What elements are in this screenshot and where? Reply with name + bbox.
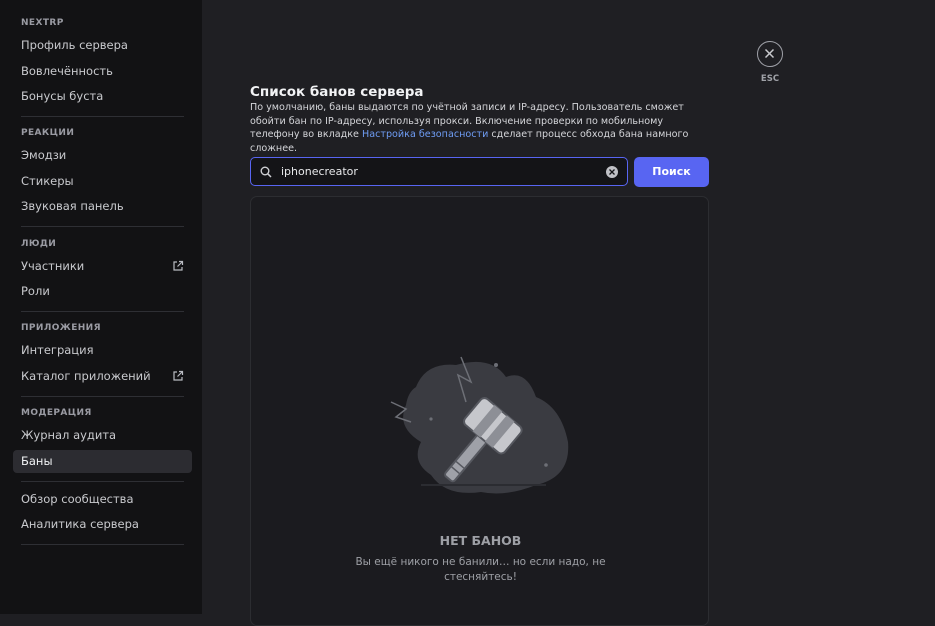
search-icon [260,166,272,178]
ban-search-input[interactable]: iphonecreator [250,157,628,186]
section-header-apps: ПРИЛОЖЕНИЯ [21,323,101,333]
clear-search-button[interactable] [606,166,618,178]
clear-icon [609,169,615,175]
sidebar-item-label: Каталог приложений [21,369,151,383]
sidebar-item-roles[interactable]: Роли [13,280,192,303]
sidebar-item-members[interactable]: Участники [13,255,192,278]
sidebar-item-integrations[interactable]: Интеграция [13,339,192,362]
external-link-icon [173,260,184,271]
sidebar-item-engagement[interactable]: Вовлечённость [13,60,192,83]
sidebar-item-stickers[interactable]: Стикеры [13,170,192,193]
sidebar-item-bans[interactable]: Баны [13,450,192,473]
ban-hammer-illustration [390,356,569,494]
search-value: iphonecreator [281,165,358,178]
close-button[interactable] [757,41,783,67]
sidebar-divider [21,116,184,117]
sidebar-item-server-profile[interactable]: Профиль сервера [13,34,192,57]
settings-sidebar: NEXTRP Профиль сервера Вовлечённость Бон… [0,0,202,614]
bans-list-panel: НЕТ БАНОВ Вы ещё никого не банили… но ес… [250,196,709,626]
sidebar-item-audit-log[interactable]: Журнал аудита [13,424,192,447]
empty-state-text: Вы ещё никого не банили… но если надо, н… [355,556,606,583]
section-header-server: NEXTRP [21,18,64,28]
section-header-reactions: РЕАКЦИИ [21,128,75,138]
sidebar-item-server-insights[interactable]: Аналитика сервера [13,513,192,536]
sidebar-item-app-directory[interactable]: Каталог приложений [13,365,192,388]
sidebar-item-community-overview[interactable]: Обзор сообщества [13,488,192,511]
search-button[interactable]: Поиск [634,157,709,187]
sidebar-divider [21,544,184,545]
sidebar-divider [21,481,184,482]
page-description: По умолчанию, баны выдаются по учётной з… [250,101,712,155]
security-settings-link[interactable]: Настройка безопасности [362,129,488,140]
sidebar-item-emoji[interactable]: Эмодзи [13,144,192,167]
empty-state-title: НЕТ БАНОВ [439,533,522,548]
sidebar-divider [21,226,184,227]
page-title: Список банов сервера [250,84,424,100]
sidebar-item-label: Участники [21,259,85,273]
sidebar-item-soundboard[interactable]: Звуковая панель [13,195,192,218]
close-icon [764,48,775,59]
section-header-people: ЛЮДИ [21,239,57,249]
esc-label: ESC [760,74,780,84]
sidebar-item-boost-perks[interactable]: Бонусы буста [13,85,192,108]
sidebar-divider [21,396,184,397]
sidebar-divider [21,311,184,312]
section-header-moderation: МОДЕРАЦИЯ [21,408,92,418]
external-link-icon [173,370,184,381]
